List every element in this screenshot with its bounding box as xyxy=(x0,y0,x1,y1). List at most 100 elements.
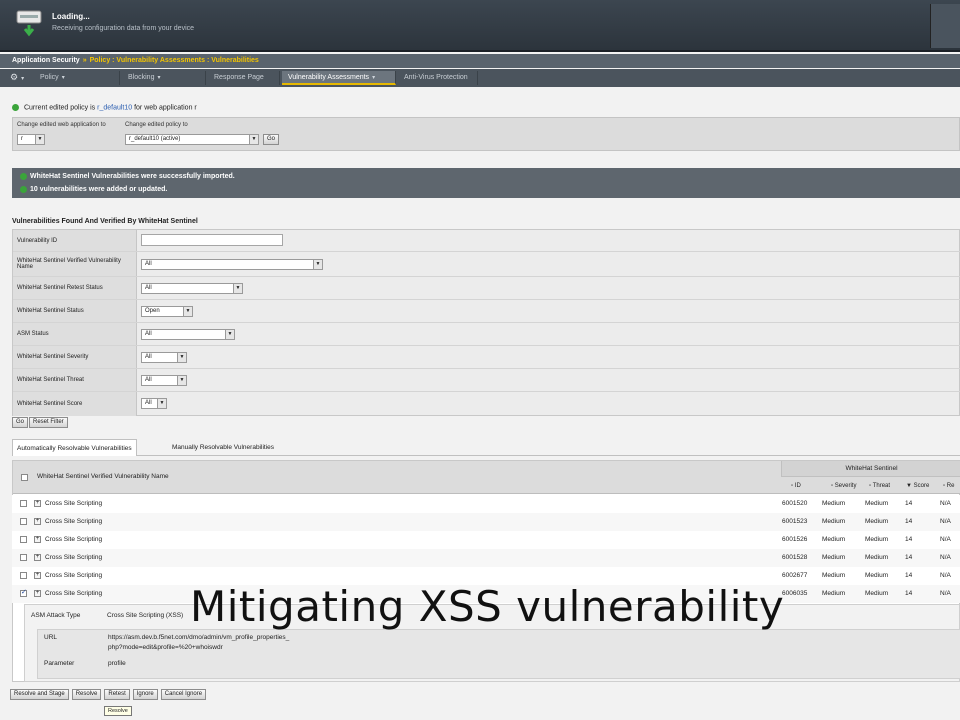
chevron-down-icon: ▼ xyxy=(157,398,167,409)
filter-row-retest: WhiteHat Sentinel Retest Status All ▼ xyxy=(13,277,960,300)
row-id: 6002677 xyxy=(782,572,808,579)
filter-title: Vulnerabilities Found And Verified By Wh… xyxy=(12,218,198,225)
row-severity: Medium xyxy=(822,590,846,597)
reset-filter-button[interactable]: Reset Filter xyxy=(29,417,68,428)
success-icon xyxy=(12,104,19,111)
message-item: 10 vulnerabilities were added or updated… xyxy=(20,184,167,195)
table-row[interactable]: + Cross Site Scripting 6001526 Medium Medium… xyxy=(12,531,960,549)
chevron-down-icon: ▼ xyxy=(177,375,187,386)
breadcrumb-root[interactable]: Application Security xyxy=(12,57,80,64)
row-name: Cross Site Scripting xyxy=(45,590,103,597)
row-checkbox[interactable] xyxy=(20,572,27,579)
policy-select[interactable]: r_default10 (active) ▼ xyxy=(125,134,259,145)
expand-icon[interactable]: + xyxy=(34,518,41,525)
main-nav: ⚙ ▾ Policy ▾ Blocking ▾ Response Page Vulne… xyxy=(0,69,960,87)
row-retest: N/A xyxy=(940,572,951,579)
chevron-down-icon: ▼ xyxy=(177,352,187,363)
row-severity: Medium xyxy=(822,518,846,525)
table-header: WhiteHat Sentinel Verified Vulnerability… xyxy=(13,461,960,494)
ignore-button[interactable]: Ignore xyxy=(132,689,158,700)
row-name: Cross Site Scripting xyxy=(45,536,103,543)
row-retest: N/A xyxy=(940,554,951,561)
action-buttons: Resolve and Stage Resolve Retest Ignore Canc… xyxy=(10,689,209,700)
threat-select[interactable]: All ▼ xyxy=(141,375,187,386)
tab-blocking[interactable]: Blocking ▾ xyxy=(122,71,206,85)
expand-icon[interactable]: + xyxy=(34,590,41,597)
row-retest: N/A xyxy=(940,518,951,525)
row-score: 14 xyxy=(905,572,913,579)
breadcrumb-path[interactable]: Policy : Vulnerability Assessments : Vul… xyxy=(90,57,259,64)
loading-subtitle: Receiving configuration data from your d… xyxy=(52,25,195,32)
change-app-label: Change edited web application to xyxy=(17,122,106,128)
attack-type-value: Cross Site Scripting (XSS) xyxy=(107,612,184,619)
row-id: 6001523 xyxy=(782,518,808,525)
row-name: Cross Site Scripting xyxy=(45,572,103,579)
asm-status-select[interactable]: All ▼ xyxy=(141,329,235,340)
row-retest: N/A xyxy=(940,500,951,507)
url-label: URL xyxy=(44,634,58,641)
chevron-down-icon: ▼ xyxy=(183,306,193,317)
tab-vulnerability-assessments[interactable]: Vulnerability Assessments ▾ xyxy=(282,71,396,85)
filter-panel: Vulnerability ID WhiteHat Sentinel Verif… xyxy=(12,229,960,416)
vulnerability-name-select[interactable]: All ▼ xyxy=(141,259,323,270)
severity-select[interactable]: All ▼ xyxy=(141,352,187,363)
resolve-button[interactable]: Resolve xyxy=(71,689,102,700)
row-name: Cross Site Scripting xyxy=(45,500,103,507)
top-banner: Loading... Receiving configuration data … xyxy=(0,0,960,52)
sentinel-group-header: WhiteHat Sentinel xyxy=(781,461,960,477)
breadcrumb: Application Security» Policy : Vulnerabil… xyxy=(0,54,960,68)
row-threat: Medium xyxy=(865,590,889,597)
row-threat: Medium xyxy=(865,518,889,525)
column-id-header[interactable]: ▫ ID xyxy=(791,479,801,493)
table-row[interactable]: + Cross Site Scripting 6001528 Medium Medium… xyxy=(12,549,960,567)
web-app-select[interactable]: r ▼ xyxy=(17,134,45,145)
filter-row-status: WhiteHat Sentinel Status Open ▼ xyxy=(13,300,960,323)
expand-icon[interactable]: + xyxy=(34,554,41,561)
column-threat-header[interactable]: ▫ Threat xyxy=(869,479,890,493)
table-row[interactable]: + Cross Site Scripting 6001520 Medium Medium… xyxy=(12,495,960,513)
column-score-header[interactable]: ▼ Score xyxy=(906,479,929,493)
change-policy-label: Change edited policy to xyxy=(125,122,188,128)
sentinel-status-select[interactable]: Open ▼ xyxy=(141,306,193,317)
expand-icon[interactable]: + xyxy=(34,536,41,543)
row-score: 14 xyxy=(905,590,913,597)
row-checkbox[interactable] xyxy=(20,554,27,561)
row-threat: Medium xyxy=(865,536,889,543)
column-severity-header[interactable]: ▫ Severity xyxy=(831,479,856,493)
row-score: 14 xyxy=(905,554,913,561)
expand-icon[interactable]: + xyxy=(34,500,41,507)
tab-auto-resolvable[interactable]: Automatically Resolvable Vulnerabilities xyxy=(12,439,137,456)
gear-icon[interactable]: ⚙ ▾ xyxy=(10,72,24,83)
resolvable-tabs: Automatically Resolvable Vulnerabilities… xyxy=(12,438,960,456)
table-row[interactable]: + Cross Site Scripting 6001523 Medium Medium… xyxy=(12,513,960,531)
chevron-down-icon: ▼ xyxy=(35,134,45,145)
filter-row-id: Vulnerability ID xyxy=(13,230,960,252)
row-checkbox[interactable] xyxy=(20,500,27,507)
banner-side-panel xyxy=(930,4,960,48)
policy-link[interactable]: r_default10 xyxy=(97,104,132,111)
retest-status-select[interactable]: All ▼ xyxy=(141,283,243,294)
row-name: Cross Site Scripting xyxy=(45,518,103,525)
go-button[interactable]: Go xyxy=(263,134,280,145)
vulnerability-id-input[interactable] xyxy=(141,234,283,246)
column-retest-header[interactable]: ▫ Re xyxy=(943,479,954,493)
tab-response-page[interactable]: Response Page xyxy=(208,71,280,85)
url-value-line1: https://asm.dev.b.f5net.com/dmo/admin/vm… xyxy=(108,634,290,641)
tab-manual-resolvable[interactable]: Manually Resolvable Vulnerabilities xyxy=(168,439,278,456)
row-checkbox[interactable] xyxy=(20,588,27,597)
resolve-and-stage-button[interactable]: Resolve and Stage xyxy=(10,689,69,700)
score-select[interactable]: All ▼ xyxy=(141,398,167,409)
row-id: 6001526 xyxy=(782,536,808,543)
row-checkbox[interactable] xyxy=(20,518,27,525)
row-checkbox[interactable] xyxy=(20,536,27,543)
select-all-checkbox[interactable] xyxy=(21,474,28,481)
retest-button[interactable]: Retest xyxy=(104,689,130,700)
tab-policy[interactable]: Policy ▾ xyxy=(34,71,120,85)
tab-anti-virus[interactable]: Anti-Virus Protection xyxy=(398,71,478,85)
cancel-ignore-button[interactable]: Cancel Ignore xyxy=(160,689,207,700)
filter-go-button[interactable]: Go xyxy=(12,417,29,428)
column-name-header[interactable]: WhiteHat Sentinel Verified Vulnerability… xyxy=(37,473,169,480)
expand-icon[interactable]: + xyxy=(34,572,41,579)
chevron-down-icon: ▼ xyxy=(233,283,243,294)
row-id: 6001528 xyxy=(782,554,808,561)
